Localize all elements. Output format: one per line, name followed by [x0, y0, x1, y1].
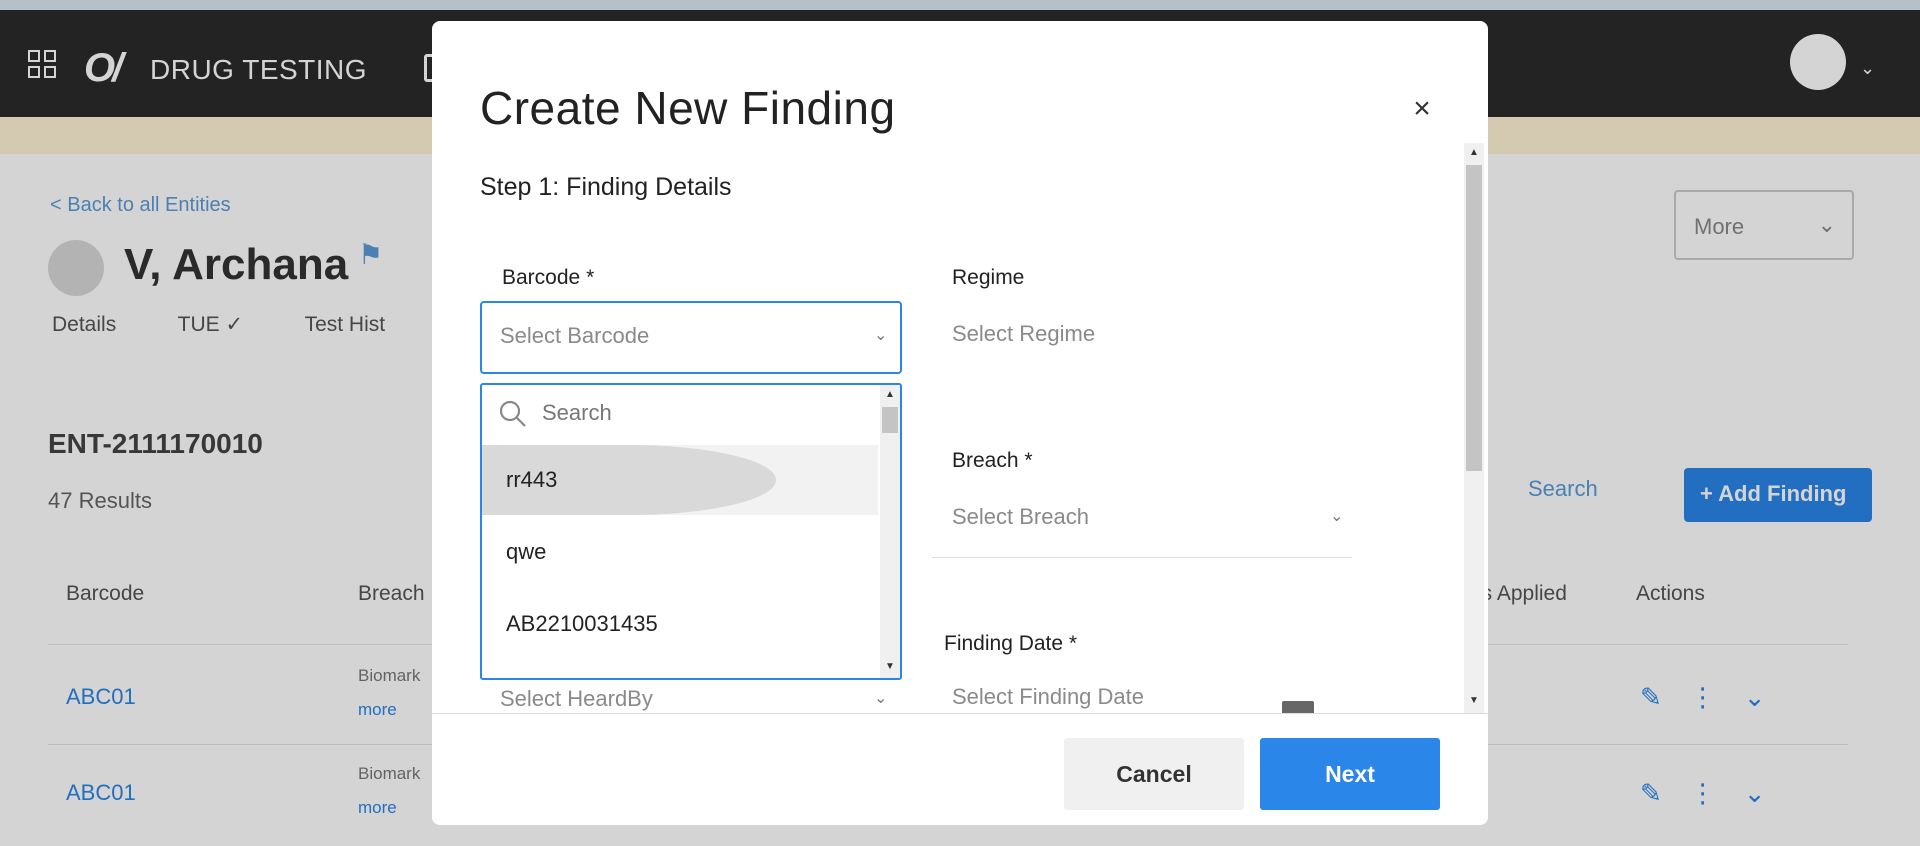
- required-mark: *: [1024, 449, 1033, 472]
- create-finding-modal: Create New Finding × ▲ ▼ Step 1: Finding…: [432, 21, 1488, 825]
- search-icon: [499, 400, 526, 427]
- dropdown-search[interactable]: Search: [482, 385, 878, 443]
- next-button[interactable]: Next: [1260, 738, 1440, 810]
- option-label: qwe: [506, 539, 547, 564]
- regime-placeholder: Select Regime: [952, 321, 1096, 346]
- scroll-up-icon[interactable]: ▲: [885, 389, 895, 400]
- dropdown-option[interactable]: rr443: [482, 445, 878, 515]
- finding-date-input[interactable]: Select Finding Date: [952, 684, 1144, 710]
- finding-date-label: Finding Date *: [944, 632, 1077, 656]
- dropdown-option[interactable]: AB2210031435: [482, 589, 878, 659]
- breach-underline: [932, 557, 1352, 558]
- breach-placeholder: Select Breach: [952, 504, 1089, 529]
- chevron-down-icon: ⌄: [1330, 508, 1344, 525]
- cancel-button[interactable]: Cancel: [1064, 738, 1244, 810]
- breach-label: Breach *: [952, 449, 1033, 473]
- breach-select[interactable]: Select Breach ⌄: [952, 504, 1352, 530]
- breach-label-text: Breach: [952, 449, 1019, 472]
- chevron-down-icon: ⌄: [874, 690, 888, 707]
- required-mark: *: [586, 266, 595, 289]
- modal-body: Step 1: Finding Details Barcode * Select…: [432, 21, 1488, 713]
- scroll-down-icon[interactable]: ▼: [885, 661, 895, 672]
- step-title: Step 1: Finding Details: [480, 173, 732, 201]
- heardby-placeholder: Select HeardBy: [500, 686, 653, 711]
- heardby-select[interactable]: Select HeardBy ⌄: [500, 686, 900, 712]
- dropdown-option[interactable]: qwe: [482, 517, 878, 587]
- option-label: rr443: [506, 467, 558, 492]
- finding-date-label-text: Finding Date: [944, 632, 1064, 655]
- regime-label: Regime: [952, 266, 1025, 289]
- barcode-placeholder: Select Barcode: [500, 323, 650, 348]
- modal-footer: Cancel Next: [432, 713, 1488, 825]
- barcode-select[interactable]: Select Barcode ⌄: [480, 301, 902, 374]
- finding-date-placeholder: Select Finding Date: [952, 684, 1144, 709]
- barcode-dropdown-list: Search rr443 qwe AB2210031435 ▲ ▼: [480, 383, 902, 680]
- dropdown-search-placeholder: Search: [542, 400, 612, 425]
- barcode-label: Barcode *: [502, 266, 594, 290]
- regime-select[interactable]: Select Regime: [952, 321, 1095, 347]
- barcode-label-text: Barcode: [502, 266, 581, 289]
- chevron-down-icon: ⌄: [874, 327, 888, 344]
- dropdown-scrollbar[interactable]: ▲ ▼: [880, 385, 900, 678]
- option-label: AB2210031435: [506, 611, 658, 636]
- scrollbar-thumb[interactable]: [882, 407, 898, 433]
- required-mark: *: [1068, 632, 1078, 655]
- calendar-icon[interactable]: 10: [1282, 701, 1314, 713]
